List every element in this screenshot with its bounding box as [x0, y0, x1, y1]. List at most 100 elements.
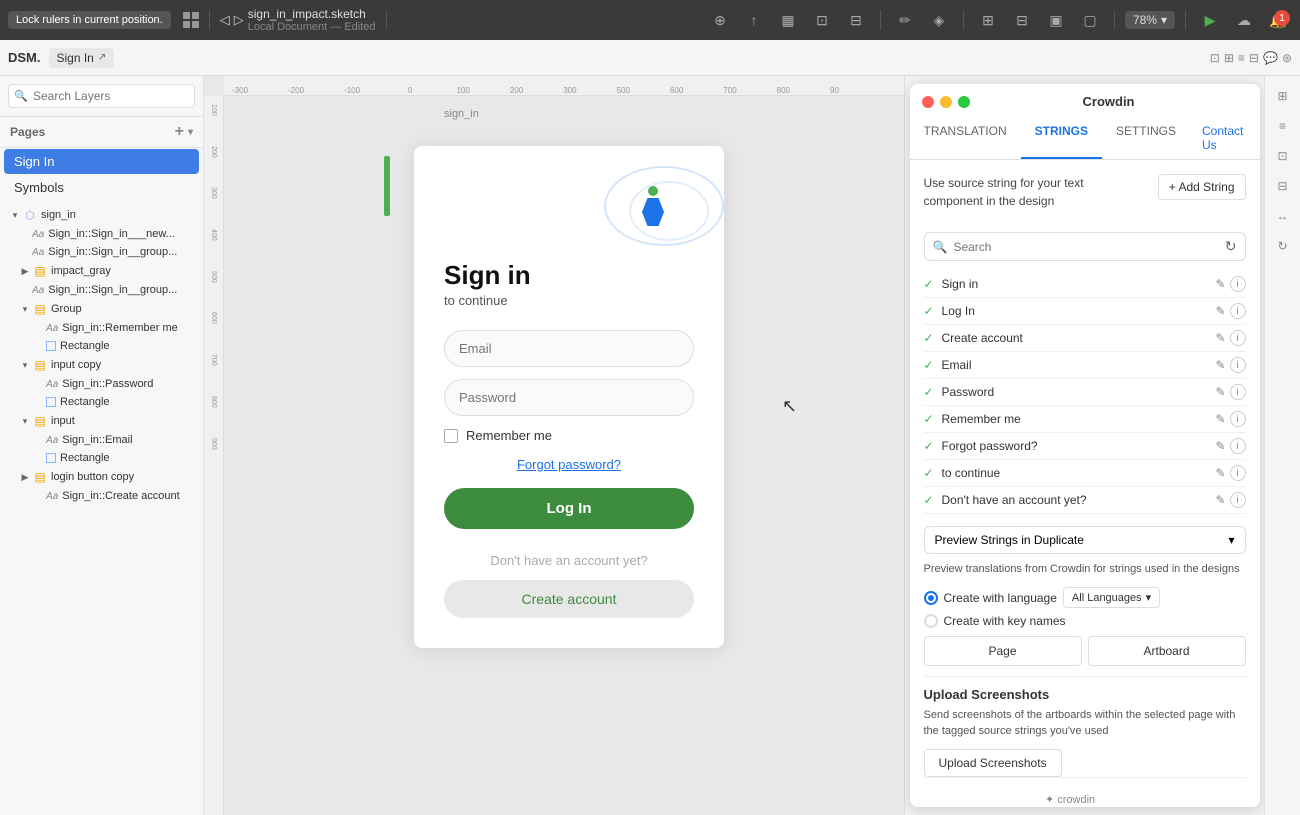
panel-title: Crowdin [970, 94, 1248, 109]
tab-translation[interactable]: TRANSLATION [910, 117, 1021, 159]
info-icon[interactable]: i [1230, 384, 1246, 400]
layer-rect-1[interactable]: Rectangle [0, 337, 203, 355]
page-item-sign-in[interactable]: Sign In [4, 149, 199, 174]
layout-guide-icon[interactable]: ≡ [1238, 51, 1245, 65]
edit-icon[interactable]: ✎ [1215, 466, 1225, 480]
layer-rect-2[interactable]: Rectangle [0, 393, 203, 411]
ruler-toggle-icon[interactable]: ⊡ [1210, 51, 1220, 65]
layer-input[interactable]: ▾ ▤ input [0, 411, 203, 431]
expand-icon[interactable]: ▶ [18, 470, 32, 484]
layer-input-copy[interactable]: ▾ ▤ input copy [0, 355, 203, 375]
layer-remember-me[interactable]: Aa Sign_in::Remember me [0, 319, 203, 337]
play-icon[interactable]: ▶ [1196, 6, 1224, 34]
zoom-control[interactable]: 78% ▾ [1125, 11, 1175, 29]
ungroup-icon[interactable]: ⊟ [1008, 6, 1036, 34]
refresh-icon[interactable]: ↻ [1225, 238, 1237, 255]
edit-icon[interactable]: ✎ [1215, 385, 1225, 399]
rotate-icon[interactable]: ↻ [1271, 234, 1295, 258]
search-layers-input[interactable] [8, 84, 195, 108]
contact-us-link[interactable]: Contact Us [1190, 117, 1260, 159]
inspect-icon[interactable]: ⊛ [1282, 51, 1292, 65]
page-item-symbols[interactable]: Symbols [4, 175, 199, 200]
expand-icon[interactable]: ▶ [18, 264, 32, 278]
layer-email[interactable]: Aa Sign_in::Email [0, 431, 203, 449]
info-icon[interactable]: i [1230, 303, 1246, 319]
login-button[interactable]: Log In [444, 488, 694, 529]
page-title-button[interactable]: Sign In ↗ [49, 48, 115, 68]
tab-strings[interactable]: STRINGS [1021, 117, 1102, 159]
edit-icon[interactable]: ✎ [1215, 493, 1225, 507]
distribute-icon[interactable]: ≡ [1271, 114, 1295, 138]
grid-icon[interactable] [183, 12, 199, 28]
info-icon[interactable]: i [1230, 330, 1246, 346]
remember-checkbox[interactable] [444, 429, 458, 443]
transform-prop-icon[interactable]: ⊟ [1271, 174, 1295, 198]
tab-settings[interactable]: SETTINGS [1102, 117, 1190, 159]
expand-icon[interactable]: ▾ [18, 302, 32, 316]
language-dropdown[interactable]: All Languages ▾ [1063, 587, 1160, 608]
maximize-button[interactable] [958, 96, 970, 108]
edit-icon[interactable]: ✎ [1215, 412, 1225, 426]
info-icon[interactable]: i [1230, 276, 1246, 292]
radio-language-row: Create with language All Languages ▾ [924, 587, 1246, 608]
cloud-icon[interactable]: ☁ [1230, 6, 1258, 34]
horizontal-ruler: -300 -200 -100 0 100 200 300 500 600 700… [224, 76, 904, 96]
edit-icon[interactable]: ✎ [1215, 358, 1225, 372]
back-icon[interactable]: ▢ [1076, 6, 1104, 34]
email-input[interactable] [444, 330, 694, 367]
pages-chevron[interactable]: ▾ [188, 127, 193, 138]
group-icon[interactable]: ⊞ [974, 6, 1002, 34]
resize-icon[interactable]: ⊡ [1271, 144, 1295, 168]
layer-text-2[interactable]: Aa Sign_in::Sign_in__group... [0, 243, 203, 261]
layout-icon[interactable]: ▦ [774, 6, 802, 34]
page-button[interactable]: Page [924, 636, 1082, 666]
layer-sign-in-group[interactable]: ▾ ⬡ sign_in [0, 205, 203, 225]
radio-keynames-button[interactable] [924, 614, 938, 628]
radio-language-button[interactable] [924, 591, 938, 605]
pixel-icon[interactable]: ⊟ [1249, 51, 1259, 65]
info-icon[interactable]: i [1230, 357, 1246, 373]
info-icon[interactable]: i [1230, 411, 1246, 427]
expand-icon[interactable]: ▾ [18, 414, 32, 428]
layer-impact-gray[interactable]: ▶ ▤ impact_gray [0, 261, 203, 281]
add-string-button[interactable]: + Add String [1158, 174, 1246, 200]
strings-search-input[interactable] [953, 240, 1218, 254]
mask-icon[interactable]: ◈ [925, 6, 953, 34]
expand-icon[interactable]: ▾ [18, 358, 32, 372]
add-page-button[interactable]: + [175, 123, 184, 141]
flip-icon[interactable]: ↔ [1271, 204, 1295, 228]
minimize-button[interactable] [940, 96, 952, 108]
close-button[interactable] [922, 96, 934, 108]
layer-create-account[interactable]: Aa Sign_in::Create account [0, 487, 203, 505]
edit-icon[interactable]: ✎ [1215, 304, 1225, 318]
forgot-password-link[interactable]: Forgot password? [444, 457, 694, 472]
expand-icon[interactable]: ▾ [8, 208, 22, 222]
layer-group[interactable]: ▾ ▤ Group [0, 299, 203, 319]
edit-icon[interactable]: ✎ [1215, 331, 1225, 345]
comment-icon[interactable]: 💬 [1263, 51, 1278, 65]
layer-rect-3[interactable]: Rectangle [0, 449, 203, 467]
preview-dropdown[interactable]: Preview Strings in Duplicate ▾ [924, 526, 1246, 554]
pencil-icon[interactable]: ✏ [891, 6, 919, 34]
transform-icon[interactable]: ⊟ [842, 6, 870, 34]
layer-login-btn-copy[interactable]: ▶ ▤ login button copy [0, 467, 203, 487]
create-account-button[interactable]: Create account [444, 580, 694, 618]
strings-list: ✓ Sign in ✎ i ✓ Log In ✎ i ✓ Create acco… [924, 271, 1246, 514]
crop-icon[interactable]: ⊡ [808, 6, 836, 34]
info-icon[interactable]: i [1230, 465, 1246, 481]
edit-icon[interactable]: ✎ [1215, 439, 1225, 453]
align-icon[interactable]: ⊞ [1271, 84, 1295, 108]
password-input[interactable] [444, 379, 694, 416]
info-icon[interactable]: i [1230, 438, 1246, 454]
layer-text-1[interactable]: Aa Sign_in::Sign_in___new... [0, 225, 203, 243]
layer-text-3[interactable]: Aa Sign_in::Sign_in__group... [0, 281, 203, 299]
upload-screenshots-button[interactable]: Upload Screenshots [924, 749, 1062, 777]
component-icon[interactable]: ⊕ [706, 6, 734, 34]
artboard-button[interactable]: Artboard [1088, 636, 1246, 666]
info-icon[interactable]: i [1230, 492, 1246, 508]
forward-icon[interactable]: ▣ [1042, 6, 1070, 34]
layer-password[interactable]: Aa Sign_in::Password [0, 375, 203, 393]
upload-icon[interactable]: ↑ [740, 6, 768, 34]
grid-toggle-icon[interactable]: ⊞ [1224, 51, 1234, 65]
edit-icon[interactable]: ✎ [1215, 277, 1225, 291]
